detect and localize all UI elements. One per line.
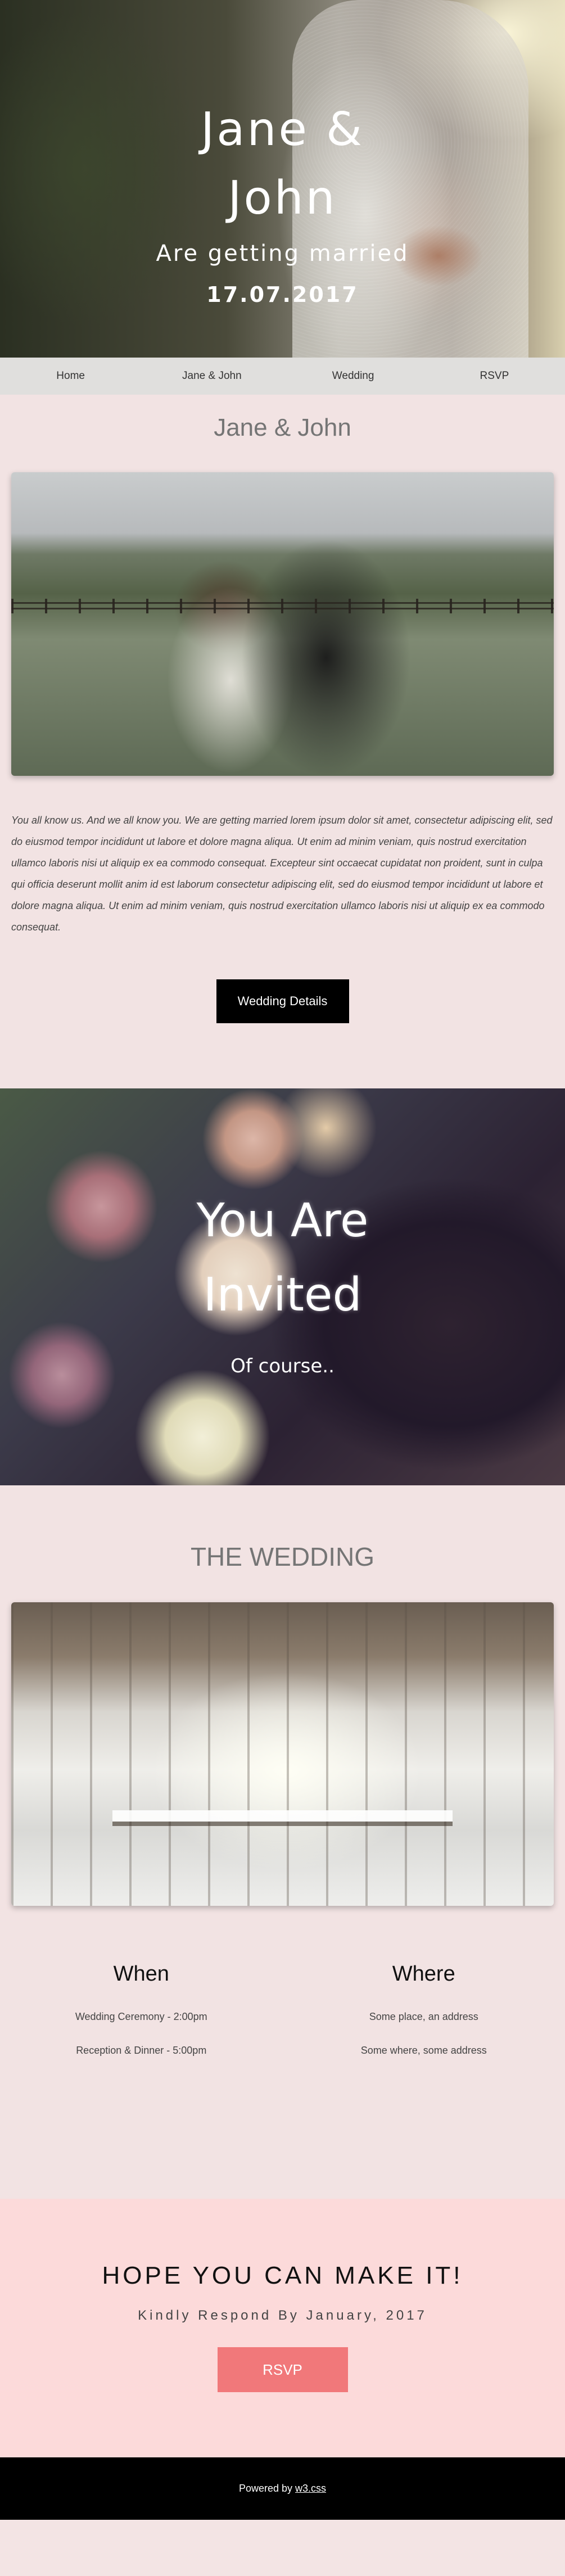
footer: Powered by w3.css [0, 2457, 565, 2520]
invited-title: You Are Invited [196, 1194, 369, 1322]
wedding-section-title: THE WEDDING [190, 1542, 375, 1571]
venue-tables-decoration [112, 1793, 453, 1838]
hero-date: 17.07.2017 [206, 282, 359, 307]
when-line: Wedding Ceremony - 2:00pm [75, 2011, 207, 2022]
nav-rsvp-link[interactable]: RSVP [424, 358, 565, 395]
when-column: When Wedding Ceremony - 2:00pm Reception… [0, 1962, 283, 2067]
hero-text: Jane & John Are getting married 17.07.20… [0, 96, 565, 307]
wedding-section: THE WEDDING When Wedding Ceremony - 2:00… [0, 1485, 565, 2199]
footer-text: Powered by [238, 2483, 296, 2494]
nav-couple-link[interactable]: Jane & John [141, 358, 282, 395]
top-nav: Home Jane & John Wedding RSVP [0, 358, 565, 395]
nav-home-link[interactable]: Home [0, 358, 141, 395]
couple-photo [11, 472, 554, 776]
footer-link[interactable]: w3.css [295, 2483, 326, 2494]
couple-section: Jane & John You all know us. And we all … [0, 358, 565, 1088]
rsvp-button[interactable]: RSVP [217, 2347, 348, 2392]
invited-subtitle: Of course.. [230, 1355, 335, 1377]
rsvp-heading: HOPE YOU CAN MAKE IT! [102, 2262, 463, 2289]
when-line: Reception & Dinner - 5:00pm [76, 2045, 207, 2056]
venue-photo [11, 1602, 554, 1906]
wedding-details-button[interactable]: Wedding Details [216, 979, 349, 1023]
where-line: Some where, some address [360, 2045, 487, 2056]
when-heading: When [113, 1962, 169, 1986]
fence-decoration [11, 599, 554, 613]
hero-section: Jane & John Are getting married 17.07.20… [0, 0, 565, 358]
invited-text: You Are Invited Of course.. [0, 1184, 565, 1377]
rsvp-section: HOPE YOU CAN MAKE IT! Kindly Respond By … [0, 2199, 565, 2457]
where-line: Some place, an address [369, 2011, 478, 2022]
hero-subtitle: Are getting married [156, 241, 409, 266]
when-where-row: When Wedding Ceremony - 2:00pm Reception… [0, 1962, 565, 2067]
rsvp-respond-text: Kindly Respond By January, 2017 [138, 2308, 427, 2323]
invited-section: You Are Invited Of course.. [0, 1088, 565, 1485]
hero-title: Jane & John [201, 103, 364, 225]
where-heading: Where [392, 1962, 455, 1986]
couple-body-text: You all know us. And we all know you. We… [11, 815, 553, 933]
where-column: Where Some place, an address Some where,… [283, 1962, 565, 2067]
couple-section-title: Jane & John [214, 414, 351, 441]
nav-wedding-link[interactable]: Wedding [283, 358, 424, 395]
